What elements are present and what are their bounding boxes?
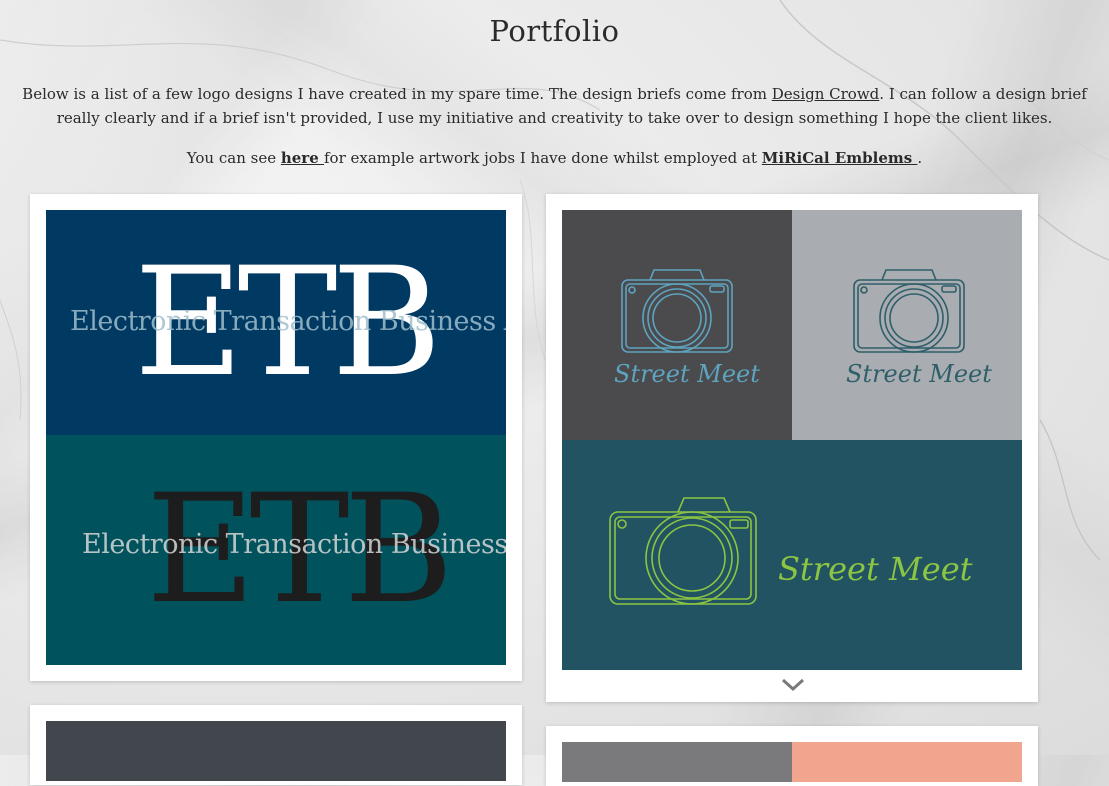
street-meet-logo-teal: Street Meet bbox=[562, 440, 1022, 670]
etb-logo-bottom: ETB Electronic Transaction Business AG bbox=[46, 435, 506, 665]
camera-icon bbox=[621, 269, 733, 353]
etb-logo-top: ETB Electronic Transaction Business AG bbox=[46, 210, 506, 435]
artwork-text-part: . bbox=[917, 149, 923, 167]
street-meet-logo-grey: Street Meet bbox=[792, 210, 1022, 440]
street-meet-label: Street Meet bbox=[778, 550, 973, 588]
intro-paragraph: Below is a list of a few logo designs I … bbox=[20, 82, 1089, 130]
artwork-paragraph: You can see here for example artwork job… bbox=[20, 146, 1089, 170]
etb-tagline: Electronic Transaction Business AG bbox=[82, 529, 506, 560]
chevron-down-icon[interactable] bbox=[781, 678, 805, 692]
camera-icon bbox=[853, 269, 965, 353]
portfolio-image[interactable] bbox=[46, 721, 506, 781]
street-meet-logo-dark: Street Meet bbox=[562, 210, 792, 440]
intro-text: Below is a list of a few logo designs I … bbox=[20, 82, 1089, 170]
portfolio-image-left bbox=[562, 742, 792, 782]
etb-logo-image[interactable]: ETB Electronic Transaction Business AG E… bbox=[46, 210, 506, 665]
portfolio-image-right bbox=[792, 742, 1022, 782]
etb-tagline: Electronic Transaction Business AG bbox=[70, 306, 506, 337]
mirical-emblems-link[interactable]: MiRiCal Emblems bbox=[762, 149, 918, 167]
portfolio-image[interactable] bbox=[562, 742, 1022, 782]
portfolio-card-etb[interactable]: ETB Electronic Transaction Business AG E… bbox=[30, 194, 522, 681]
portfolio-card-next-left[interactable] bbox=[30, 705, 522, 785]
intro-text-part: Below is a list of a few logo designs I … bbox=[22, 85, 772, 103]
street-meet-logo-image[interactable]: Street Meet Street Meet Street Meet bbox=[562, 210, 1022, 670]
street-meet-label: Street Meet bbox=[614, 360, 760, 388]
artwork-text-part: You can see bbox=[186, 149, 281, 167]
portfolio-card-next-right[interactable] bbox=[546, 726, 1038, 786]
page-title: Portfolio bbox=[489, 14, 620, 48]
here-link[interactable]: here bbox=[281, 149, 324, 167]
design-crowd-link[interactable]: Design Crowd bbox=[772, 85, 880, 103]
portfolio-card-street-meet[interactable]: Street Meet Street Meet Street Meet bbox=[546, 194, 1038, 702]
street-meet-label: Street Meet bbox=[846, 360, 992, 388]
artwork-text-part: for example artwork jobs I have done whi… bbox=[323, 149, 762, 167]
